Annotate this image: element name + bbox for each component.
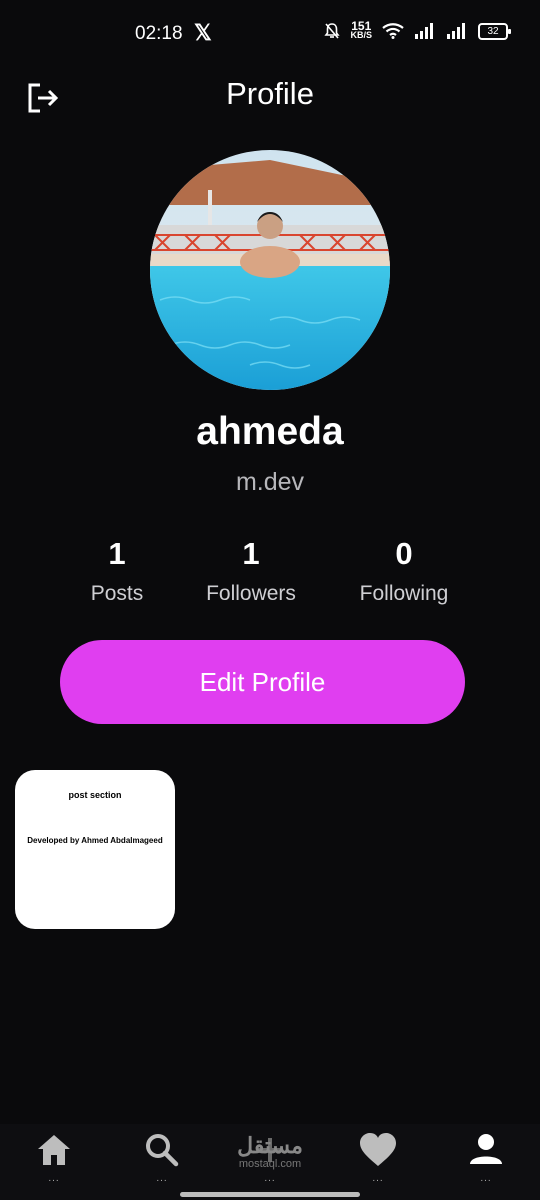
nav-home[interactable]: ... — [24, 1132, 84, 1188]
edit-profile-button[interactable]: Edit Profile — [60, 640, 465, 724]
stat-following[interactable]: 0 Following — [344, 536, 464, 606]
nav-profile[interactable]: ... — [456, 1132, 516, 1188]
stat-followers[interactable]: 1 Followers — [191, 536, 311, 606]
home-indicator[interactable] — [180, 1192, 360, 1197]
battery-indicator: 32 — [478, 22, 511, 40]
watermark-site: mostaql.com — [238, 1158, 302, 1170]
home-icon — [38, 1135, 70, 1165]
stat-label: Following — [359, 582, 449, 605]
status-time: 02:18 — [135, 23, 183, 44]
post-thumbnail[interactable]: post section Developed by Ahmed Abdalmag… — [15, 770, 175, 929]
watermark-brand: مستقل — [237, 1133, 303, 1158]
nav-dots: ... — [264, 1173, 276, 1184]
username: ahmeda — [196, 410, 344, 453]
mostaql-watermark: مستقل mostaql.com — [232, 1134, 308, 1174]
stat-value: 1 — [242, 536, 260, 571]
nav-likes[interactable]: ... — [348, 1132, 408, 1188]
signal-icon-2 — [447, 23, 465, 39]
stat-value: 0 — [395, 536, 413, 571]
post-title: post section — [68, 790, 122, 800]
search-icon — [146, 1134, 179, 1167]
avatar[interactable] — [150, 150, 390, 390]
bottom-nav: ... ... ... مستقل mostaql.com ... ... — [0, 1124, 540, 1200]
nav-dots: ... — [156, 1173, 168, 1184]
nav-dots: ... — [372, 1173, 384, 1184]
status-icons: 151 KB/S 32 — [324, 19, 511, 40]
stat-label: Followers — [206, 582, 296, 605]
nav-dots: ... — [48, 1173, 60, 1184]
stat-value: 1 — [108, 536, 126, 571]
user-handle: m.dev — [235, 468, 305, 496]
status-bar: 02:18 𝕏 151 KB/S 32 — [0, 0, 540, 66]
x-app-icon: 𝕏 — [194, 20, 212, 45]
wifi-icon — [382, 23, 404, 39]
page-title: Profile — [226, 76, 314, 111]
signal-icon — [415, 23, 433, 39]
post-body: Developed by Ahmed Abdalmageed — [27, 836, 163, 845]
nav-search[interactable]: ... — [132, 1132, 192, 1188]
profile-icon — [470, 1134, 502, 1164]
profile-photo — [150, 150, 390, 390]
nav-dots: ... — [480, 1173, 492, 1184]
stat-label: Posts — [90, 582, 144, 605]
network-speed: 151 KB/S — [350, 19, 372, 40]
heart-icon — [360, 1133, 396, 1166]
stat-posts[interactable]: 1 Posts — [67, 536, 167, 606]
mute-bell-icon — [324, 23, 341, 39]
